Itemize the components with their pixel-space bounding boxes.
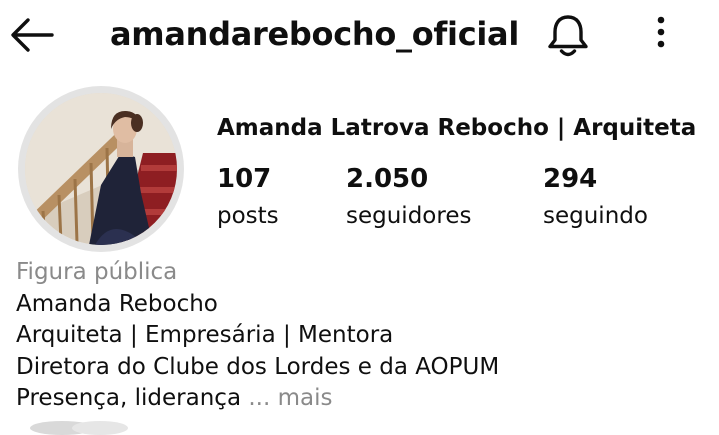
bell-icon bbox=[548, 15, 588, 57]
arrow-left-icon bbox=[11, 18, 54, 52]
profile-display-name: Amanda Latrova Rebocho | Arquiteta bbox=[217, 115, 697, 141]
bio-line: Amanda Rebocho bbox=[16, 290, 218, 317]
following-stat[interactable]: 294 seguindo bbox=[543, 160, 648, 232]
posts-count: 107 bbox=[217, 164, 272, 194]
following-count: 294 bbox=[543, 164, 598, 194]
posts-label: posts bbox=[217, 203, 279, 229]
more-options-button[interactable] bbox=[644, 14, 678, 56]
profile-bio: Figura pública Amanda Rebocho Arquiteta … bbox=[16, 257, 499, 415]
more-vertical-icon bbox=[657, 16, 665, 48]
bio-line-truncated: Presença, liderança bbox=[16, 385, 242, 411]
bio-line: Diretora do Clube dos Lordes e da AOPUM bbox=[16, 353, 500, 380]
followers-label: seguidores bbox=[346, 203, 472, 229]
followers-stat[interactable]: 2.050 seguidores bbox=[346, 160, 471, 232]
back-button[interactable] bbox=[8, 14, 56, 56]
followers-count: 2.050 bbox=[346, 164, 429, 194]
story-highlight-peek bbox=[72, 421, 128, 435]
profile-username: amandarebocho_oficial bbox=[110, 15, 519, 53]
bio-last-line: Presença, liderança ... mais bbox=[16, 383, 499, 415]
following-label: seguindo bbox=[543, 203, 648, 229]
profile-category: Figura pública bbox=[16, 259, 178, 285]
bio-more-link[interactable]: ... mais bbox=[248, 385, 332, 411]
profile-header: amandarebocho_oficial bbox=[0, 0, 719, 70]
bio-line: Arquiteta | Empresária | Mentora bbox=[16, 322, 394, 348]
posts-stat[interactable]: 107 posts bbox=[217, 160, 279, 232]
avatar-photo bbox=[25, 93, 177, 245]
notifications-button[interactable] bbox=[544, 12, 592, 58]
avatar[interactable] bbox=[18, 86, 184, 252]
